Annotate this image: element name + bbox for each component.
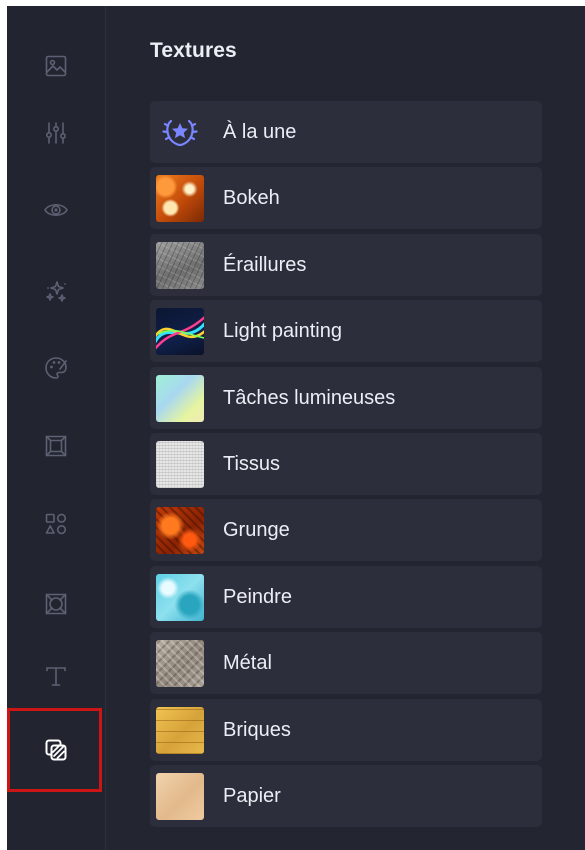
- texture-item-bokeh[interactable]: Bokeh: [150, 167, 542, 230]
- texture-item-light-leaks[interactable]: Tâches lumineuses: [150, 366, 542, 429]
- bricks-thumbnail: [156, 706, 204, 754]
- panel-title: Textures: [150, 39, 237, 62]
- scratches-thumbnail: [156, 241, 204, 289]
- rail-overlays-button[interactable]: [7, 568, 105, 640]
- adjustments-sliders-icon: [45, 122, 66, 144]
- texture-item-scratches[interactable]: Éraillures: [150, 233, 542, 296]
- texture-item-paint[interactable]: Peindre: [150, 565, 542, 628]
- texture-item-label: Light painting: [223, 320, 342, 343]
- texture-item-label: Briques: [223, 718, 291, 741]
- textures-icon: [45, 739, 67, 761]
- texture-item-featured[interactable]: À la une: [150, 101, 542, 163]
- texture-item-label: Métal: [223, 652, 272, 675]
- frame-icon: [45, 435, 67, 457]
- editor-app: Textures À la une Bokeh Éraillures Light…: [7, 6, 585, 850]
- sparkles-effects-icon: [46, 281, 66, 302]
- texture-item-label: Papier: [223, 784, 281, 807]
- rail-textures-button[interactable]: [7, 714, 105, 786]
- paper-thumbnail: [156, 772, 204, 820]
- texture-item-label: Tissus: [223, 452, 281, 475]
- fabric-thumbnail: [156, 440, 204, 488]
- grunge-thumbnail: [156, 507, 204, 555]
- shapes-icon: [45, 513, 67, 535]
- paint-thumbnail: [156, 573, 204, 621]
- texture-item-light-painting[interactable]: Light painting: [150, 300, 542, 363]
- texture-item-label: Grunge: [223, 519, 290, 542]
- texture-item-metal[interactable]: Métal: [150, 632, 542, 695]
- rail-frames-button[interactable]: [7, 410, 105, 482]
- text-icon: [46, 667, 66, 686]
- rail-graphics-button[interactable]: [7, 488, 105, 560]
- texture-item-fabric[interactable]: Tissus: [150, 432, 542, 495]
- rail-adjustments-button[interactable]: [7, 97, 105, 169]
- laurel-star-icon: [162, 119, 198, 147]
- tool-rail: [7, 6, 106, 850]
- eye-icon: [44, 203, 68, 217]
- texture-item-label: Éraillures: [223, 253, 307, 276]
- texture-item-label: À la une: [223, 121, 297, 143]
- overlay-pattern-icon: [45, 593, 67, 615]
- bokeh-thumbnail: [156, 175, 204, 223]
- rail-text-button[interactable]: [7, 640, 105, 712]
- texture-item-label: Tâches lumineuses: [223, 386, 396, 409]
- metal-thumbnail: [156, 640, 204, 688]
- rail-effects-button[interactable]: [7, 256, 105, 328]
- rail-paint-button[interactable]: [7, 332, 105, 404]
- rail-image-button[interactable]: [7, 30, 105, 102]
- light-leaks-thumbnail: [156, 374, 204, 422]
- texture-item-bricks[interactable]: Briques: [150, 698, 542, 761]
- texture-item-label: Bokeh: [223, 187, 280, 210]
- texture-item-grunge[interactable]: Grunge: [150, 499, 542, 562]
- image-icon: [45, 55, 67, 77]
- textures-list: À la une Bokeh Éraillures Light painting…: [150, 101, 542, 831]
- texture-item-label: Peindre: [223, 585, 292, 608]
- rail-view-button[interactable]: [7, 174, 105, 246]
- texture-item-paper[interactable]: Papier: [150, 764, 542, 827]
- light-painting-thumbnail: [156, 308, 204, 356]
- paint-palette-icon: [45, 357, 67, 379]
